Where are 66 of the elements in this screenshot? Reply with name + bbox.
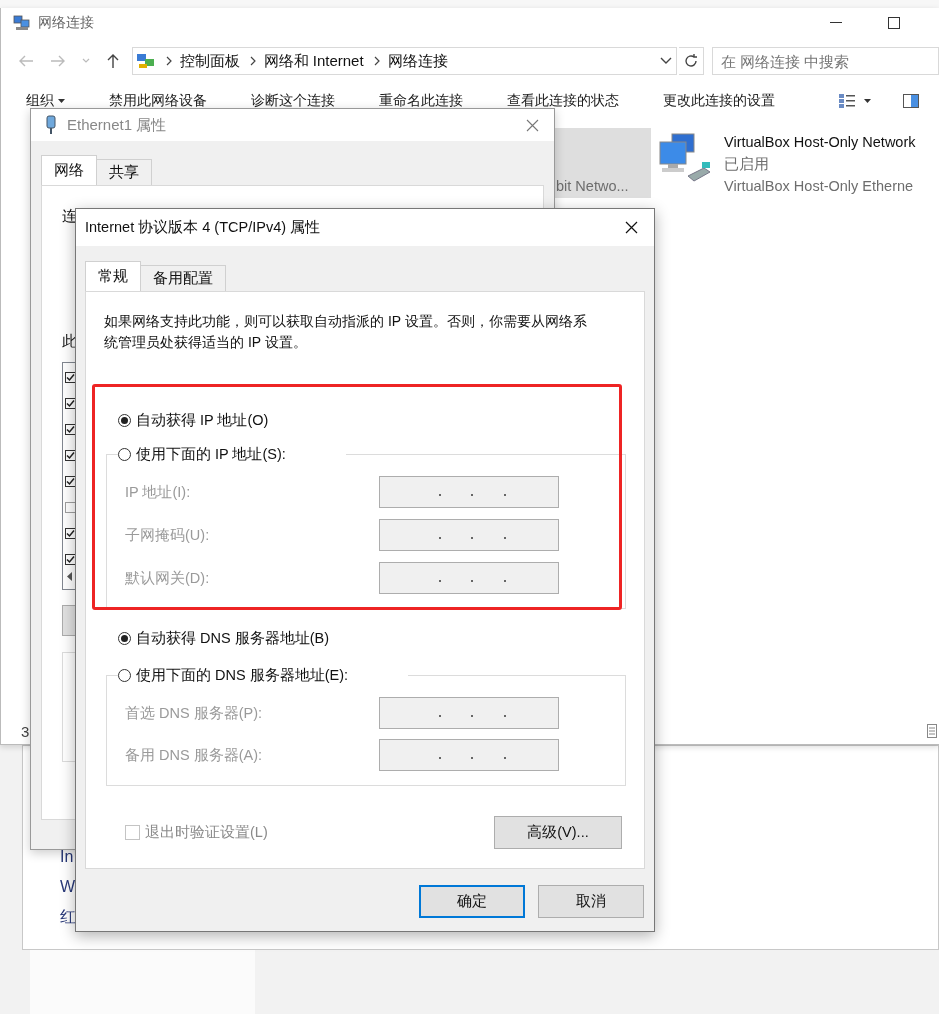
radio-label[interactable]: 使用下面的 IP 地址(S):: [136, 444, 286, 464]
window-text: 红: [60, 907, 76, 927]
section-label: 连: [62, 207, 77, 226]
view-options-icon[interactable]: [838, 93, 856, 109]
toolbar-button[interactable]: 诊断这个连接: [251, 92, 335, 110]
checkbox[interactable]: [65, 501, 76, 513]
minimize-icon[interactable]: [830, 22, 842, 24]
breadcrumb-item[interactable]: 网络连接: [387, 51, 448, 71]
connection-name: VirtualBox Host-Only Network: [724, 133, 916, 152]
address-bar[interactable]: 控制面板 网络和 Internet 网络连接: [131, 47, 677, 75]
window-text: W: [60, 877, 76, 897]
window-text: In: [60, 847, 74, 867]
ethernet-icon: [45, 115, 57, 135]
field-label: 子网掩码(U):: [125, 525, 211, 545]
close-icon[interactable]: [625, 221, 638, 234]
toolbar-menu[interactable]: 组织: [26, 92, 65, 110]
device-name: VirtualBox Host-Only Etherne: [724, 177, 915, 196]
radio-button[interactable]: [118, 631, 131, 645]
dialog-title: Internet 协议版本 4 (TCP/IPv4) 属性: [85, 218, 321, 237]
item-count: 3: [21, 722, 30, 740]
chevron-icon: [373, 56, 380, 66]
tab[interactable]: 共享: [96, 159, 152, 185]
search-field[interactable]: 在 网络连接 中搜索: [711, 47, 939, 75]
toolbar-button[interactable]: 查看此连接的状态: [507, 92, 619, 110]
field-label: IP 地址(I):: [125, 482, 192, 502]
control-panel-icon: [135, 53, 156, 69]
radio-label[interactable]: 使用下面的 DNS 服务器地址(E):: [136, 665, 349, 685]
radio-label[interactable]: 自动获得 IP 地址(O): [136, 410, 269, 430]
field-label: 备用 DNS 服务器(A):: [125, 745, 264, 765]
preview-pane-icon[interactable]: [903, 94, 919, 108]
window-title: 网络连接: [38, 14, 94, 32]
description-text: 如果网络支持此功能，则可以获取自动指派的 IP 设置。否则，你需要从网络系统管理员处获得适当的 IP 设置。: [104, 312, 588, 352]
toolbar-button[interactable]: 禁用此网络设备: [109, 92, 207, 110]
tab[interactable]: 备用配置: [140, 265, 226, 291]
tab[interactable]: 常规: [85, 261, 141, 291]
dialog-button[interactable]: 确定: [419, 885, 525, 918]
radio-button[interactable]: [118, 668, 131, 682]
dialog-button[interactable]: 取消: [538, 885, 644, 918]
field-label: 默认网关(D):: [125, 568, 211, 588]
radio-button[interactable]: [118, 447, 131, 461]
chevron-icon: [165, 56, 172, 66]
network-icon: [13, 15, 31, 31]
tab[interactable]: 网络: [41, 155, 97, 185]
toolbar-button[interactable]: 重命名此连接: [379, 92, 463, 110]
radio-button[interactable]: [118, 413, 131, 427]
connection-tile[interactable]: bit Netwo...: [554, 128, 651, 198]
device-name: bit Netwo...: [556, 177, 629, 196]
connection-tile[interactable]: VirtualBox Host-Only Network 已启用 VirtualBox Host-Only Etherne: [658, 128, 916, 198]
maximize-icon[interactable]: [888, 17, 900, 29]
chevron-icon: [249, 56, 256, 66]
caret-icon[interactable]: [864, 99, 871, 103]
breadcrumb-item[interactable]: 控制面板: [179, 51, 240, 71]
scroll-left-icon[interactable]: [67, 572, 73, 581]
dialog-title: Ethernet1 属性: [67, 115, 167, 135]
dropdown-icon[interactable]: [659, 57, 672, 65]
caret-icon: [58, 99, 65, 103]
details-view-icon[interactable]: [927, 724, 937, 738]
up-icon[interactable]: [106, 53, 120, 69]
advanced-button[interactable]: 高级(V)...: [494, 816, 622, 849]
connection-status: 已启用: [724, 155, 770, 174]
field-label: 首选 DNS 服务器(P):: [125, 703, 264, 723]
refresh-button[interactable]: [678, 47, 704, 75]
toolbar-button[interactable]: 更改此连接的设置: [663, 92, 775, 110]
radio-label[interactable]: 自动获得 DNS 服务器地址(B): [136, 628, 329, 648]
refresh-icon: [682, 53, 699, 69]
breadcrumb-item[interactable]: 网络和 Internet: [263, 51, 364, 71]
